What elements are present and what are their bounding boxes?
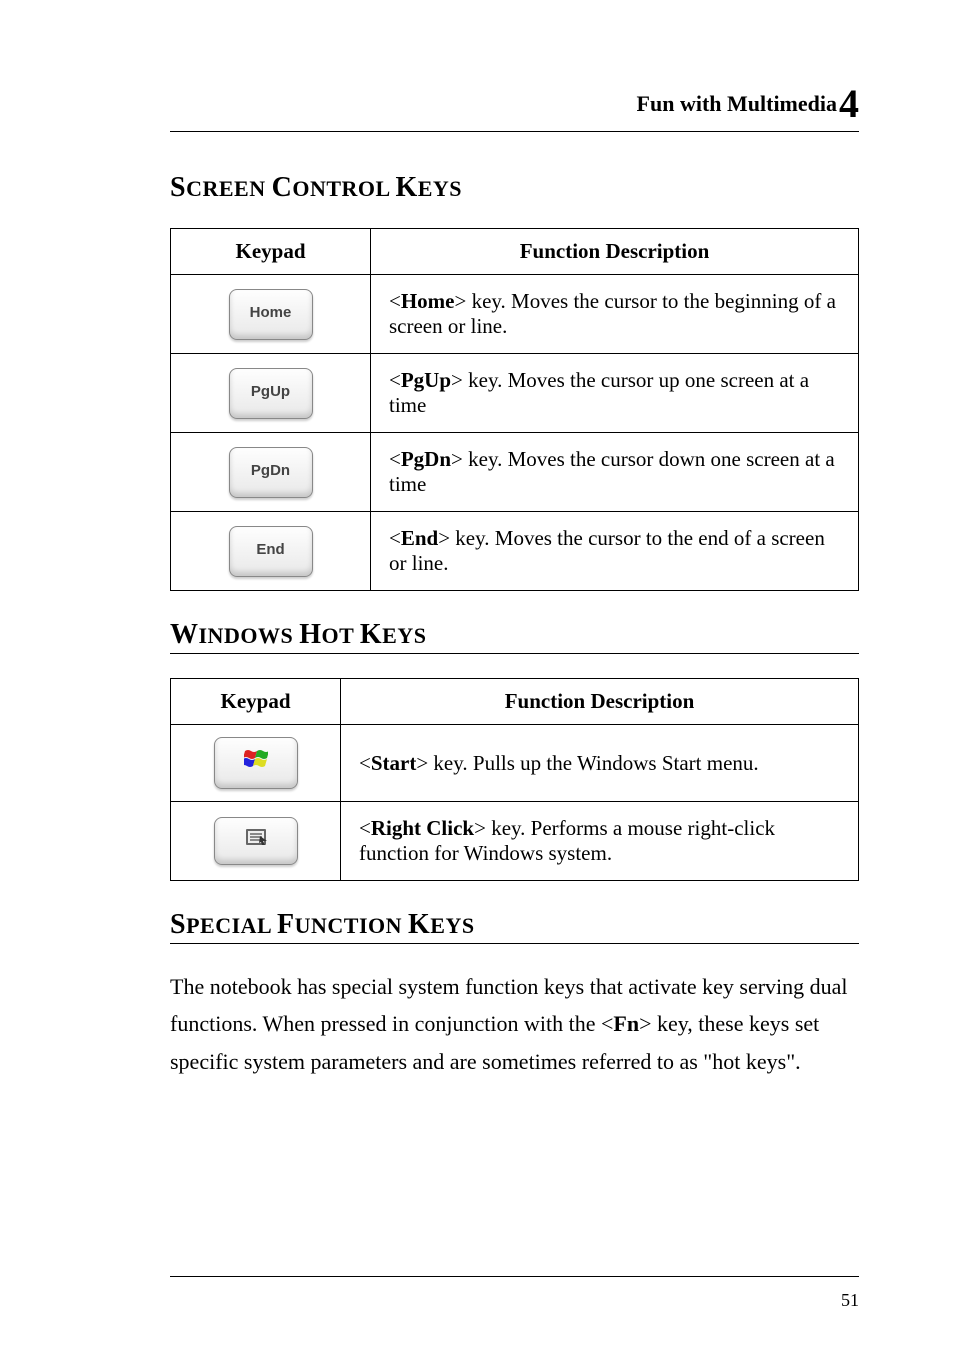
rest: INDOWS — [199, 623, 300, 648]
end-key-icon: End — [229, 526, 313, 577]
desc-cell: <Home> key. Moves the cursor to the begi… — [371, 275, 859, 354]
desc-text: > key. Moves the cursor to the beginning… — [389, 289, 836, 338]
screen-keys-table: Keypad Function Description Home <Home> … — [170, 228, 859, 591]
home-key-icon: Home — [229, 289, 313, 340]
rest: EYS — [382, 623, 426, 648]
key-name: Right Click — [371, 816, 474, 840]
table-row: PgDn <PgDn> key. Moves the cursor down o… — [171, 433, 859, 512]
chapter-number: 4 — [839, 81, 859, 126]
keycap-cell: Home — [171, 275, 371, 354]
header-title: Fun with Multimedia4 — [170, 80, 859, 127]
page-number: 51 — [841, 1290, 859, 1311]
cap: S — [170, 172, 186, 203]
key-name: PgDn — [401, 447, 451, 471]
table-row: <Start> key. Pulls up the Windows Start … — [171, 725, 859, 802]
desc-cell: <PgDn> key. Moves the cursor down one sc… — [371, 433, 859, 512]
rest: ONTROL — [292, 176, 395, 201]
table-row: Home <Home> key. Moves the cursor to the… — [171, 275, 859, 354]
desc-text: > key. Moves the cursor down one screen … — [389, 447, 835, 496]
context-menu-icon — [245, 828, 267, 846]
rest: EYS — [418, 176, 462, 201]
header-title-text: Fun with Multimedia — [637, 91, 837, 116]
col-keypad: Keypad — [171, 679, 341, 725]
rest: OT — [321, 623, 359, 648]
table-header-row: Keypad Function Description — [171, 229, 859, 275]
table-header-row: Keypad Function Description — [171, 679, 859, 725]
cap: S — [170, 909, 186, 940]
cap: C — [272, 172, 293, 203]
section-heading-windows: WINDOWS HOT KEYS — [170, 619, 859, 654]
desc-cell: <Right Click> key. Performs a mouse righ… — [341, 802, 859, 881]
col-keypad: Keypad — [171, 229, 371, 275]
keycap-cell: PgDn — [171, 433, 371, 512]
desc-text: > key. Moves the cursor to the end of a … — [389, 526, 825, 575]
keycap-cell — [171, 802, 341, 881]
cap: K — [408, 909, 430, 940]
key-name: End — [401, 526, 438, 550]
rest: UNCTION — [295, 913, 408, 938]
fn-key-name: Fn — [613, 1011, 639, 1036]
table-row: PgUp <PgUp> key. Moves the cursor up one… — [171, 354, 859, 433]
keycap-cell: PgUp — [171, 354, 371, 433]
desc-text: > key. Moves the cursor up one screen at… — [389, 368, 809, 417]
rest: PECIAL — [186, 913, 277, 938]
desc-text: > key. Pulls up the Windows Start menu. — [416, 751, 758, 775]
page-header: Fun with Multimedia4 — [170, 80, 859, 132]
key-name: PgUp — [401, 368, 451, 392]
cap: F — [277, 909, 295, 940]
rest: EYS — [430, 913, 474, 938]
desc-cell: <Start> key. Pulls up the Windows Start … — [341, 725, 859, 802]
desc-cell: <PgUp> key. Moves the cursor up one scre… — [371, 354, 859, 433]
special-body-text: The notebook has special system function… — [170, 968, 859, 1080]
col-desc: Function Description — [371, 229, 859, 275]
windows-keys-table: Keypad Function Description <Start> key.… — [170, 678, 859, 881]
pgdn-key-icon: PgDn — [229, 447, 313, 498]
cap: W — [170, 619, 199, 650]
keycap-cell: End — [171, 512, 371, 591]
pgup-key-icon: PgUp — [229, 368, 313, 419]
cap: K — [360, 619, 382, 650]
context-menu-key-icon — [214, 817, 298, 865]
section-heading-special: SPECIAL FUNCTION KEYS — [170, 909, 859, 944]
rest: CREEN — [186, 176, 272, 201]
keycap-cell — [171, 725, 341, 802]
key-name: Start — [371, 751, 417, 775]
windows-logo-icon — [244, 748, 268, 770]
section-heading-screen: SCREEN CONTROL KEYS — [170, 172, 859, 204]
col-desc: Function Description — [341, 679, 859, 725]
cap: K — [395, 172, 417, 203]
desc-cell: <End> key. Moves the cursor to the end o… — [371, 512, 859, 591]
key-name: Home — [401, 289, 455, 313]
table-row: <Right Click> key. Performs a mouse righ… — [171, 802, 859, 881]
windows-key-icon — [214, 737, 298, 789]
footer-rule — [170, 1276, 859, 1277]
table-row: End <End> key. Moves the cursor to the e… — [171, 512, 859, 591]
cap: H — [299, 619, 321, 650]
